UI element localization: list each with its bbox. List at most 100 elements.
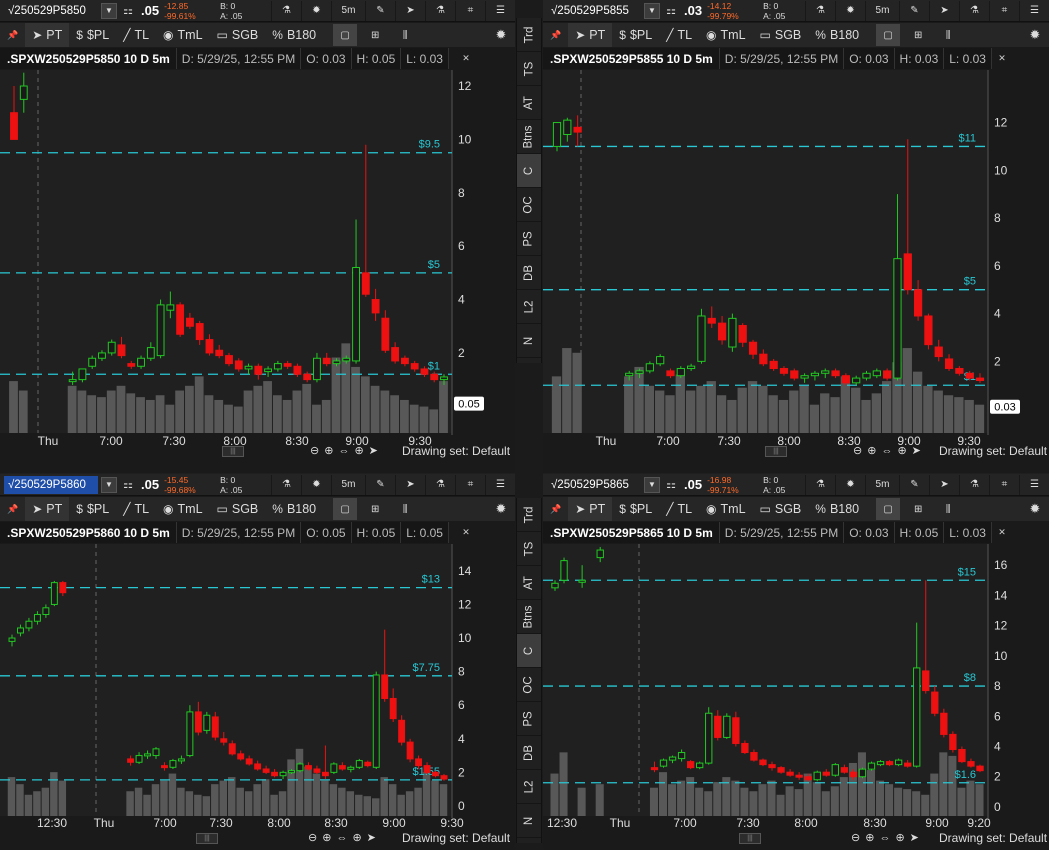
candle-body <box>338 765 346 770</box>
volume-bar <box>321 399 331 433</box>
price-level-label: $7.75 <box>412 662 440 674</box>
volume-bar <box>58 780 67 816</box>
side-tab-db[interactable]: DB <box>517 736 541 770</box>
zoom-in-icon[interactable]: ⊕ <box>324 444 333 457</box>
candle-body <box>244 365 253 370</box>
volume-bar <box>830 786 839 816</box>
volume-bar <box>740 787 749 816</box>
candle-body <box>127 758 135 763</box>
volume-bar <box>41 787 50 816</box>
volume-bar <box>903 789 912 816</box>
chart-pane-4: √250529P5865 ▼ ⚏ .05 -16.98 -99.71% B: 0 A: .05… <box>543 474 1049 850</box>
candle-body <box>144 753 151 757</box>
crosshair-icon[interactable]: ⊕ <box>352 831 361 844</box>
zoom-out-icon[interactable]: ⊖ <box>853 444 862 457</box>
volume-bar <box>390 395 400 433</box>
candle-body <box>862 372 871 379</box>
volume-bar <box>351 366 360 433</box>
scroll-handle[interactable]: ||| <box>222 446 244 457</box>
volume-bar <box>422 772 431 816</box>
volume-bar <box>737 387 747 433</box>
candle-body <box>804 776 812 781</box>
volume-bar <box>151 784 160 816</box>
side-tab-btns[interactable]: Btns <box>517 600 541 634</box>
drawing-set[interactable]: Drawing set: Default <box>939 444 1047 458</box>
x-tick-label: 9:00 <box>925 816 949 830</box>
side-tab-btns[interactable]: Btns <box>517 120 541 154</box>
side-tab-ts[interactable]: TS <box>517 52 541 86</box>
side-tab-c[interactable]: C <box>517 154 541 188</box>
candle-body <box>696 762 704 769</box>
zoom-out-icon[interactable]: ⊖ <box>851 831 860 844</box>
y-tick-label: 4 <box>458 732 465 746</box>
zoom-in-icon[interactable]: ⊕ <box>867 444 876 457</box>
candle-body <box>949 733 957 751</box>
volume-bar <box>228 777 236 816</box>
scroll-handle[interactable]: ||| <box>739 833 761 844</box>
volume-bar <box>244 791 253 816</box>
candle-body <box>759 353 768 365</box>
y-tick-label: 10 <box>458 631 472 645</box>
crosshair-icon[interactable]: ⊕ <box>354 444 363 457</box>
side-tab-oc[interactable]: OC <box>517 668 541 702</box>
volume-bar <box>363 796 371 816</box>
drawing-set[interactable]: Drawing set: Default <box>939 831 1047 845</box>
drawing-set[interactable]: Drawing set: Default <box>402 444 510 458</box>
side-tab-at[interactable]: AT <box>517 86 541 120</box>
side-tab-label: OC <box>523 195 535 214</box>
price-chart[interactable]: $13$7.75$1.551412108642012:30Thu7:007:30… <box>0 474 515 850</box>
candle-body <box>813 771 821 781</box>
pan-icon[interactable]: ⇔ <box>881 445 892 457</box>
pointer-icon[interactable]: ➤ <box>912 444 921 457</box>
volume-bar <box>287 759 295 816</box>
candle-body <box>769 360 778 370</box>
zoom-out-icon[interactable]: ⊖ <box>308 831 317 844</box>
pan-icon[interactable]: ⇔ <box>338 445 349 457</box>
volume-bar <box>820 393 830 433</box>
side-tab-l2[interactable]: L2 <box>517 770 541 804</box>
candle-body <box>697 315 706 362</box>
pan-icon[interactable]: ⇔ <box>879 832 890 844</box>
side-tab-c[interactable]: C <box>517 634 541 668</box>
side-tab-l2[interactable]: L2 <box>517 290 541 324</box>
pan-icon[interactable]: ⇔ <box>336 832 347 844</box>
drawing-set[interactable]: Drawing set: Default <box>402 831 510 845</box>
side-tab-trd[interactable]: Trd <box>517 498 541 532</box>
candle-body <box>305 765 312 770</box>
price-chart[interactable]: $15 $8 $1.6 16 14 12 10 8 6 4 2 0 12:30 Thu 7:00 7:30 8:… <box>543 474 1049 850</box>
zoom-out-icon[interactable]: ⊖ <box>310 444 319 457</box>
side-tab-at[interactable]: AT <box>517 566 541 600</box>
side-tab-oc[interactable]: OC <box>517 188 541 222</box>
volume-bar <box>727 399 737 433</box>
side-tab-ts[interactable]: TS <box>517 532 541 566</box>
crosshair-icon[interactable]: ⊕ <box>897 444 906 457</box>
pointer-icon[interactable]: ➤ <box>369 444 378 457</box>
side-tab-label: TS <box>522 61 535 76</box>
side-tab-trd[interactable]: Trd <box>517 18 541 52</box>
price-chart[interactable]: $11$5$1121086420.03Thu7:007:308:008:309:… <box>543 0 1049 473</box>
scroll-handle[interactable]: ||| <box>196 833 218 844</box>
side-tab-label: L2 <box>522 780 535 793</box>
volume-bar <box>966 780 975 816</box>
candle-body <box>677 752 686 760</box>
crosshair-icon[interactable]: ⊕ <box>895 831 904 844</box>
side-tab-label: L2 <box>522 300 535 313</box>
side-tab-ps[interactable]: PS <box>517 222 541 256</box>
zoom-in-icon[interactable]: ⊕ <box>865 831 874 844</box>
scroll-handle[interactable]: ||| <box>765 446 787 457</box>
y-tick-label: 2 <box>994 770 1001 784</box>
price-chart[interactable]: $9.5$5$1121086420.05Thu 7:00 7:30 8:00 8:30 9… <box>0 0 515 473</box>
side-tab-label: TS <box>522 541 535 556</box>
candle-body <box>893 258 902 379</box>
side-tab-n[interactable]: N <box>517 324 541 358</box>
side-tab-ps[interactable]: PS <box>517 702 541 736</box>
candle-body <box>68 379 77 383</box>
pointer-icon[interactable]: ➤ <box>367 831 376 844</box>
pointer-icon[interactable]: ➤ <box>910 831 919 844</box>
candle-body <box>883 370 892 379</box>
volume-bar <box>851 387 861 433</box>
zoom-in-icon[interactable]: ⊕ <box>322 831 331 844</box>
side-tab-db[interactable]: DB <box>517 256 541 290</box>
side-tab-n[interactable]: N <box>517 804 541 838</box>
candle-body <box>440 376 448 381</box>
